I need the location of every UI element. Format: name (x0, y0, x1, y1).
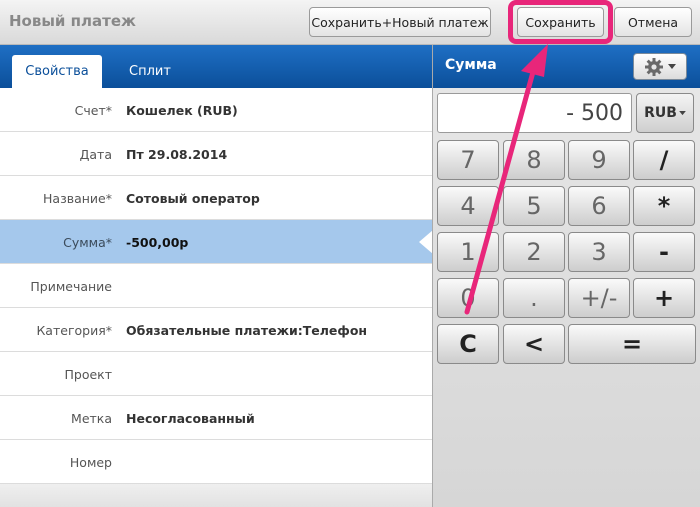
field-number[interactable]: Номер (0, 440, 433, 484)
field-value: -500,00р (126, 235, 189, 250)
field-label: Примечание (30, 279, 112, 294)
selection-pointer (419, 230, 433, 254)
field-project[interactable]: Проект (0, 352, 433, 396)
cancel-button[interactable]: Отмена (614, 7, 692, 37)
key-equals[interactable]: = (568, 324, 696, 364)
field-value: Пт 29.08.2014 (126, 147, 228, 162)
key-multiply[interactable]: * (633, 186, 695, 226)
field-category[interactable]: Категория* Обязательные платежи:Телефон (0, 308, 433, 352)
field-label: Счет* (74, 103, 112, 118)
key-9[interactable]: 9 (568, 140, 630, 180)
field-note[interactable]: Примечание (0, 264, 433, 308)
currency-label: RUB (644, 105, 677, 121)
key-6[interactable]: 6 (568, 186, 630, 226)
amount-display: - 500 (437, 93, 632, 133)
form-footer (0, 484, 433, 507)
top-bar: Новый платеж Сохранить+Новый платеж Сохр… (0, 0, 700, 45)
field-amount[interactable]: Сумма* -500,00р (0, 220, 433, 264)
key-minus[interactable]: - (633, 232, 695, 272)
key-2[interactable]: 2 (503, 232, 565, 272)
key-0[interactable]: 0 (437, 278, 499, 318)
tab-strip: Свойства Сплит (0, 45, 433, 88)
field-label: Номер (69, 455, 112, 470)
key-plus-minus[interactable]: +/- (568, 278, 630, 318)
key-backspace[interactable]: < (503, 324, 565, 364)
key-clear[interactable]: C (437, 324, 499, 364)
gear-icon (645, 57, 663, 76)
field-label: Дата (79, 147, 112, 162)
key-4[interactable]: 4 (437, 186, 499, 226)
save-button[interactable]: Сохранить (517, 7, 604, 37)
chevron-down-icon (668, 63, 676, 69)
save-and-new-button[interactable]: Сохранить+Новый платеж (309, 7, 491, 37)
key-7[interactable]: 7 (437, 140, 499, 180)
field-value: Сотовый оператор (126, 191, 260, 206)
field-name[interactable]: Название* Сотовый оператор (0, 176, 433, 220)
settings-button[interactable] (633, 53, 687, 80)
field-label: Проект (64, 367, 112, 382)
field-date[interactable]: Дата Пт 29.08.2014 (0, 132, 433, 176)
field-value: Несогласованный (126, 411, 255, 426)
key-8[interactable]: 8 (503, 140, 565, 180)
field-value: Обязательные платежи:Телефон (126, 323, 368, 338)
key-5[interactable]: 5 (503, 186, 565, 226)
currency-select[interactable]: RUB (636, 93, 694, 133)
field-account[interactable]: Счет* Кошелек (RUB) (0, 88, 433, 132)
key-divide[interactable]: / (633, 140, 695, 180)
window-title: Новый платеж (9, 12, 136, 30)
calculator-title: Сумма (445, 57, 497, 73)
field-label: Категория* (36, 323, 112, 338)
field-label: Сумма* (63, 235, 112, 250)
field-tag[interactable]: Метка Несогласованный (0, 396, 433, 440)
field-label: Метка (71, 411, 112, 426)
chevron-down-icon (679, 110, 686, 115)
field-label: Название* (43, 191, 112, 206)
field-value: Кошелек (RUB) (126, 103, 238, 118)
calculator-header: Сумма (433, 45, 700, 88)
key-1[interactable]: 1 (437, 232, 499, 272)
key-3[interactable]: 3 (568, 232, 630, 272)
tab-properties[interactable]: Свойства (12, 55, 102, 88)
key-plus[interactable]: + (633, 278, 695, 318)
tab-split[interactable]: Сплит (110, 55, 190, 88)
key-dot[interactable]: . (503, 278, 565, 318)
payment-form: Счет* Кошелек (RUB) Дата Пт 29.08.2014 Н… (0, 88, 433, 484)
